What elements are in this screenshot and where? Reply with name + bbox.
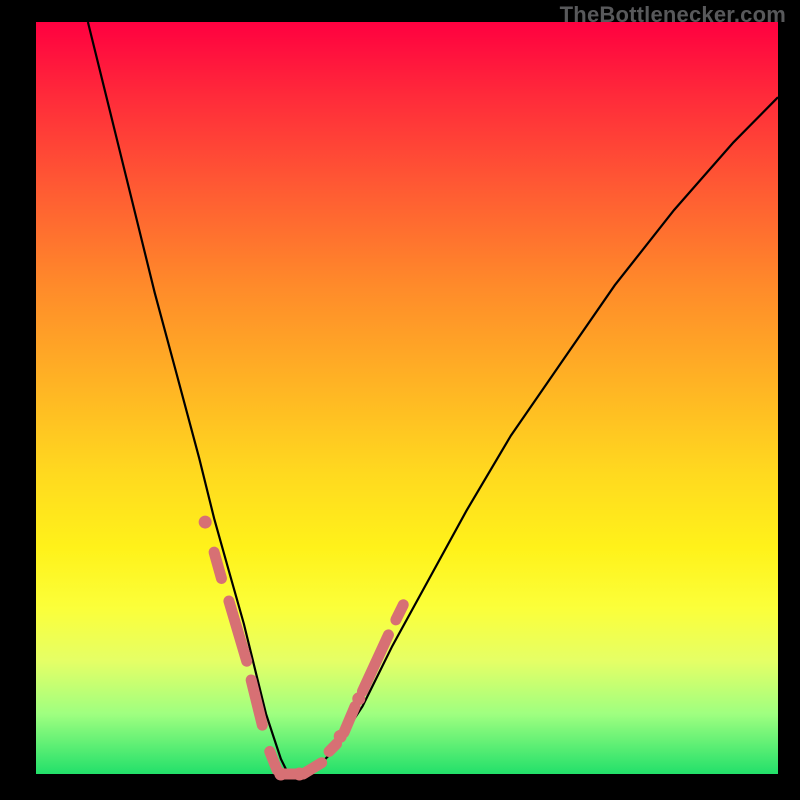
marker-segments [214,552,403,774]
chart-svg [36,22,778,774]
plot-curve [88,22,778,774]
chart-frame: TheBottlenecker.com [0,0,800,800]
